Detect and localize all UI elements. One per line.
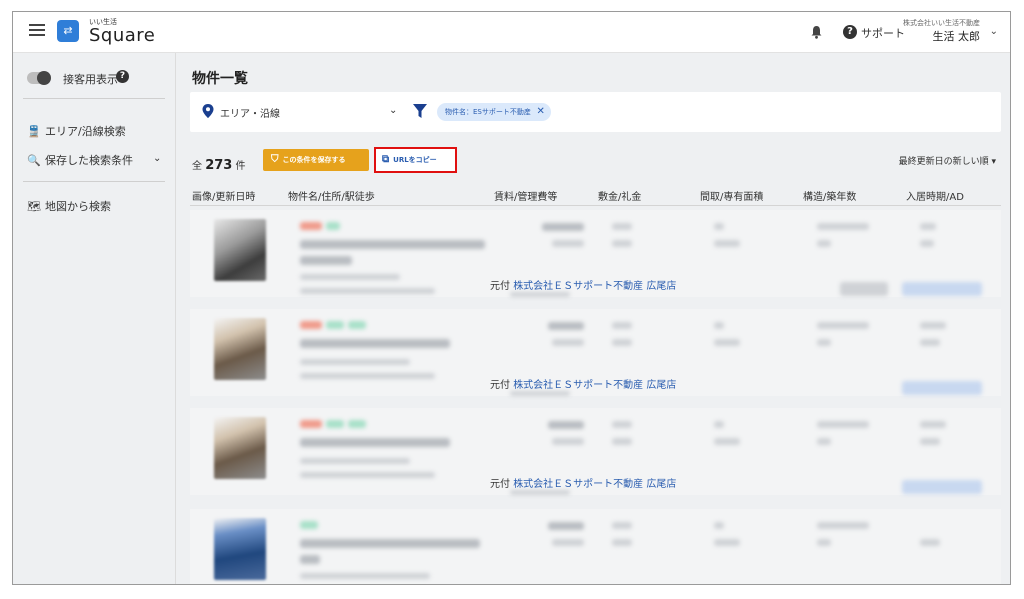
- saved-search-icon: 🔍: [27, 154, 41, 167]
- page-title: 物件一覧: [192, 71, 248, 87]
- column-header: 入居時期/AD: [906, 192, 964, 203]
- location-pin-icon: [202, 104, 214, 118]
- chevron-down-icon[interactable]: ⌄: [153, 153, 161, 164]
- sidebar-divider: [23, 98, 165, 99]
- column-header: 間取/専有面積: [700, 192, 764, 203]
- train-icon: 🚆: [27, 125, 41, 138]
- toggle-label: 接客用表示: [63, 73, 118, 86]
- customer-view-toggle[interactable]: [27, 71, 51, 85]
- property-card[interactable]: [190, 509, 1001, 584]
- help-icon[interactable]: ?: [116, 70, 129, 83]
- agency-link[interactable]: 株式会社ＥＳサポート不動産 広尾店: [513, 479, 676, 490]
- sidebar-divider: [23, 181, 165, 182]
- listing-agency: 元付 株式会社ＥＳサポート不動産 広尾店: [490, 479, 677, 490]
- top-header: ⇄ いい生活 Square ? サポート 株式会社いい生活不動産 生活 太郎 ⌄: [13, 12, 1010, 53]
- listing-agency: 元付 株式会社ＥＳサポート不動産 広尾店: [490, 582, 676, 584]
- close-icon[interactable]: ✕: [536, 103, 544, 121]
- hamburger-icon[interactable]: [29, 24, 45, 40]
- filter-bar: エリア・沿線 ⌄ 物件名：ESサポート不動産 ✕: [190, 92, 1001, 132]
- list-divider: [190, 205, 1001, 206]
- listing-agency: 元付 株式会社ＥＳサポート不動産 広尾店: [490, 281, 677, 292]
- main-content: 物件一覧 エリア・沿線 ⌄ 物件名：ESサポート不動産 ✕ 全 273 件 ⛉ こ…: [176, 53, 1010, 584]
- property-image[interactable]: [214, 417, 266, 479]
- filter-chip[interactable]: 物件名：ESサポート不動産 ✕: [437, 103, 551, 121]
- copy-url-button[interactable]: ⧉ URLをコピー: [374, 147, 457, 173]
- column-header: 敷金/礼金: [598, 192, 642, 203]
- sidebar-item-map-search[interactable]: 🗺 地図から検索: [27, 198, 111, 214]
- sidebar-item-area-line-search[interactable]: 🚆 エリア/沿線検索: [27, 123, 126, 139]
- column-header: 賃料/管理費等: [494, 192, 558, 203]
- sort-select[interactable]: 最終更新日の新しい順 ▾: [899, 154, 996, 167]
- sidebar-item-saved-search[interactable]: 🔍 保存した検索条件: [27, 152, 133, 168]
- logo-text[interactable]: Square: [89, 25, 155, 46]
- copy-icon: ⧉: [382, 154, 390, 165]
- listing-agency: 元付 株式会社ＥＳサポート不動産 広尾店: [490, 380, 677, 391]
- property-image[interactable]: [214, 318, 266, 380]
- column-header: 構造/築年数: [803, 192, 857, 203]
- chevron-down-icon[interactable]: ⌄: [990, 26, 998, 37]
- column-header: 物件名/住所/駅徒歩: [288, 192, 375, 203]
- bookmark-icon: ⛉: [271, 154, 279, 165]
- app-frame: ⇄ いい生活 Square ? サポート 株式会社いい生活不動産 生活 太郎 ⌄…: [12, 11, 1011, 585]
- user-name[interactable]: 生活 太郎: [933, 28, 981, 44]
- property-image[interactable]: [214, 518, 266, 580]
- map-search-icon: 🗺: [27, 200, 41, 213]
- column-header: 画像/更新日時: [192, 192, 256, 203]
- property-image[interactable]: [214, 219, 266, 281]
- support-link[interactable]: サポート: [861, 25, 905, 41]
- result-count: 全 273 件: [192, 158, 246, 173]
- area-line-select[interactable]: エリア・沿線: [220, 105, 280, 120]
- chevron-down-icon[interactable]: ⌄: [389, 105, 397, 116]
- sidebar: 接客用表示 ? 🚆 エリア/沿線検索 🔍 保存した検索条件 ⌄ 🗺 地図から検索: [13, 53, 176, 584]
- caret-down-icon: ▾: [991, 157, 996, 167]
- bell-icon[interactable]: [810, 25, 823, 39]
- company-name: 株式会社いい生活不動産: [903, 19, 980, 27]
- help-icon[interactable]: ?: [843, 25, 857, 39]
- agency-link[interactable]: 株式会社ＥＳサポート不動産 広尾店: [513, 380, 676, 391]
- save-condition-button[interactable]: ⛉ この条件を保存する: [263, 149, 369, 171]
- agency-link[interactable]: 株式会社ＥＳサポート不動産 広尾店: [513, 281, 676, 292]
- filter-icon[interactable]: [412, 103, 428, 119]
- square-logo-icon[interactable]: ⇄: [57, 20, 79, 42]
